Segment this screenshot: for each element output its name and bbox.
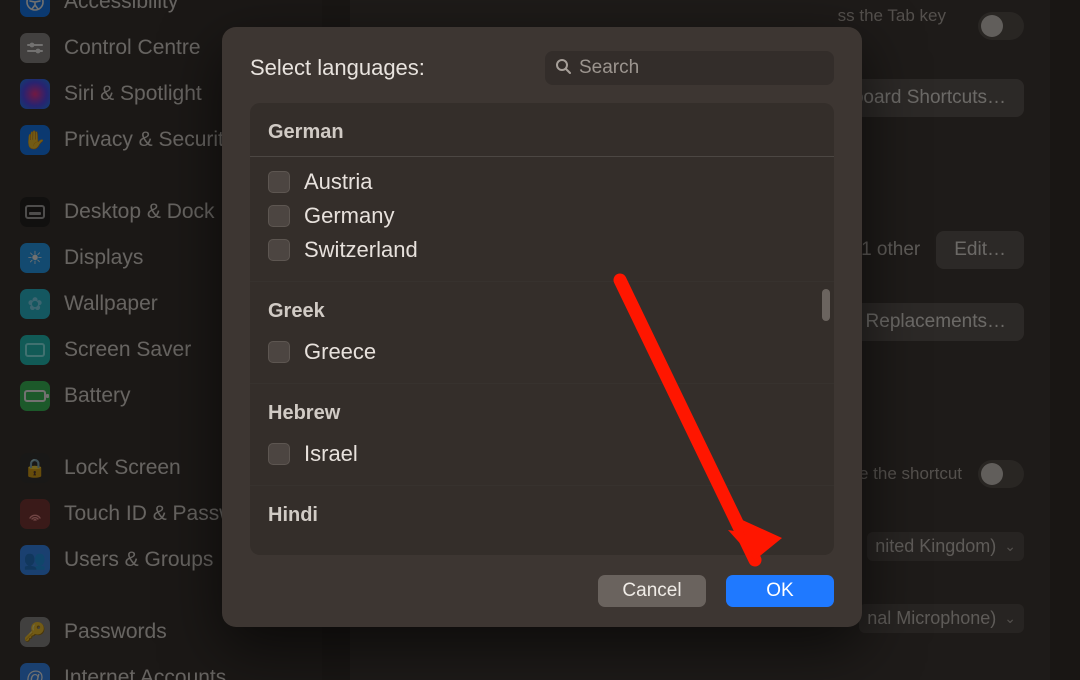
- language-group-header: Hebrew: [250, 383, 834, 437]
- scrollbar-thumb[interactable]: [822, 289, 830, 321]
- languages-list[interactable]: German Austria Germany Switzerland Greek Gree…: [250, 103, 834, 555]
- language-option[interactable]: Israel: [250, 437, 834, 471]
- select-languages-modal: Select languages: German Austria Germany Sw…: [222, 27, 862, 627]
- checkbox[interactable]: [268, 341, 290, 363]
- language-option-label: Germany: [304, 203, 394, 229]
- language-option[interactable]: Switzerland: [250, 233, 834, 267]
- language-option-label: Greece: [304, 339, 376, 365]
- language-group-header: Greek: [250, 281, 834, 335]
- checkbox[interactable]: [268, 239, 290, 261]
- language-option[interactable]: Austria: [250, 165, 834, 199]
- cancel-button[interactable]: Cancel: [598, 575, 706, 607]
- language-search-input[interactable]: [579, 57, 824, 79]
- language-option[interactable]: Germany: [250, 199, 834, 233]
- language-search[interactable]: [545, 51, 834, 85]
- search-icon: [555, 58, 571, 79]
- language-group-header: German: [250, 103, 834, 156]
- language-option[interactable]: Greece: [250, 335, 834, 369]
- checkbox[interactable]: [268, 171, 290, 193]
- modal-title: Select languages:: [250, 55, 425, 81]
- language-option-label: Austria: [304, 169, 372, 195]
- language-group-header: Hindi: [250, 485, 834, 539]
- language-option-label: Switzerland: [304, 237, 418, 263]
- checkbox[interactable]: [268, 205, 290, 227]
- ok-button[interactable]: OK: [726, 575, 834, 607]
- checkbox[interactable]: [268, 443, 290, 465]
- language-option-label: Israel: [304, 441, 358, 467]
